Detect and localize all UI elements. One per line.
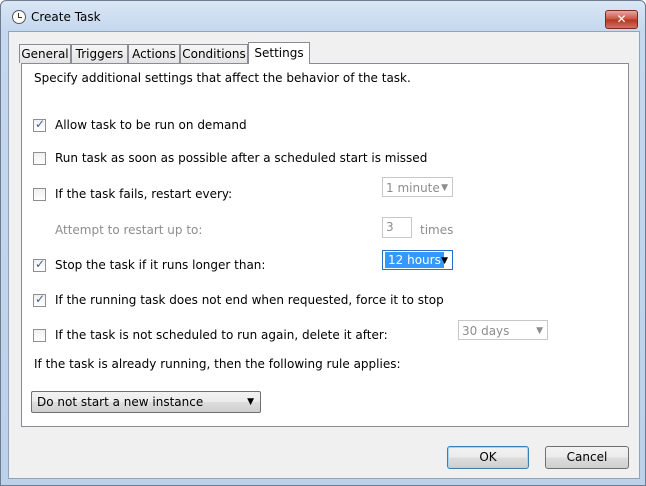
create-task-dialog: Create Task ✕ General Triggers Actions C… xyxy=(0,0,646,486)
chevron-down-icon: ▼ xyxy=(441,256,448,266)
stop-if-longer-label[interactable]: Stop the task if it runs longer than: xyxy=(55,258,265,272)
running-rule-select[interactable]: Do not start a new instance ▼ xyxy=(31,391,261,413)
dialog-body: General Triggers Actions Conditions Sett… xyxy=(8,31,640,479)
chevron-down-icon: ▼ xyxy=(536,326,543,336)
window-title: Create Task xyxy=(31,10,101,24)
chevron-down-icon: ▼ xyxy=(441,183,448,193)
restart-on-fail-label[interactable]: If the task fails, restart every: xyxy=(55,187,232,201)
delete-after-select[interactable]: 30 days ▼ xyxy=(458,320,548,340)
allow-on-demand-label[interactable]: Allow task to be run on demand xyxy=(55,118,247,132)
restart-interval-value: 1 minute xyxy=(386,181,440,195)
restart-on-fail-checkbox[interactable] xyxy=(33,188,46,201)
stop-if-longer-checkbox[interactable]: ✓ xyxy=(33,257,46,272)
chevron-down-icon: ▼ xyxy=(247,397,254,407)
close-button[interactable]: ✕ xyxy=(605,10,638,29)
cancel-button[interactable]: Cancel xyxy=(545,446,629,469)
tab-general[interactable]: General xyxy=(19,44,71,63)
stop-duration-select[interactable]: 12 hours ▼ xyxy=(382,250,453,270)
running-rule-value: Do not start a new instance xyxy=(37,395,204,409)
running-rule-label: If the task is already running, then the… xyxy=(34,357,401,371)
tab-settings[interactable]: Settings xyxy=(248,42,310,64)
tab-triggers[interactable]: Triggers xyxy=(71,44,128,63)
settings-intro: Specify additional settings that affect … xyxy=(34,71,411,85)
stop-duration-value: 12 hours xyxy=(385,252,444,268)
restart-attempts-unit: times xyxy=(420,223,454,237)
tab-actions[interactable]: Actions xyxy=(128,44,180,63)
title-bar[interactable]: Create Task ✕ xyxy=(1,1,645,33)
force-stop-checkbox[interactable]: ✓ xyxy=(33,292,46,307)
delete-after-label[interactable]: If the task is not scheduled to run agai… xyxy=(55,328,388,342)
run-asap-checkbox[interactable] xyxy=(33,152,46,165)
restart-attempts-label: Attempt to restart up to: xyxy=(55,223,203,237)
checkmark-icon: ✓ xyxy=(35,292,46,306)
clock-icon xyxy=(12,10,26,24)
force-stop-label[interactable]: If the running task does not end when re… xyxy=(55,293,444,307)
tab-conditions[interactable]: Conditions xyxy=(180,44,248,63)
ok-button[interactable]: OK xyxy=(447,446,529,469)
checkmark-icon: ✓ xyxy=(35,257,46,271)
settings-panel: Specify additional settings that affect … xyxy=(21,63,629,427)
checkmark-icon: ✓ xyxy=(35,117,46,131)
restart-attempts-input[interactable]: 3 xyxy=(382,217,412,238)
delete-after-checkbox[interactable] xyxy=(33,329,46,342)
restart-interval-select[interactable]: 1 minute ▼ xyxy=(382,177,453,197)
run-asap-label[interactable]: Run task as soon as possible after a sch… xyxy=(55,151,427,165)
allow-on-demand-checkbox[interactable]: ✓ xyxy=(33,117,46,132)
delete-after-value: 30 days xyxy=(462,324,510,338)
